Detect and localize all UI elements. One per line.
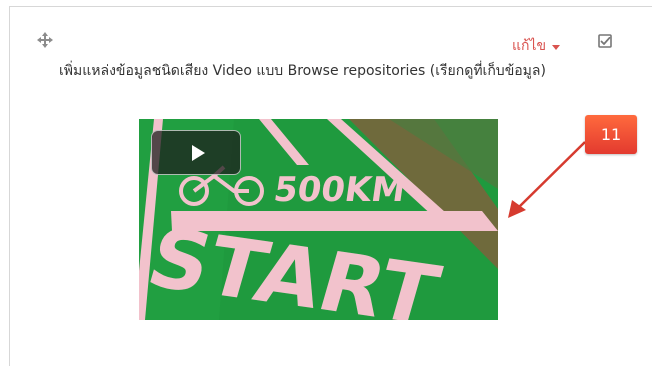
checkbox-icon[interactable] [597, 33, 613, 49]
play-button[interactable] [151, 130, 241, 175]
edit-label[interactable]: แก้ไข [512, 35, 546, 57]
annotation-arrow [508, 141, 586, 218]
edit-menu[interactable]: แก้ไข [512, 35, 561, 57]
svg-text:500KM: 500KM [271, 170, 408, 210]
play-icon [191, 144, 205, 161]
caret-down-icon [552, 44, 561, 50]
video-player[interactable]: 500KM START [139, 119, 498, 320]
move-icon[interactable] [36, 31, 54, 49]
annotation-callout: 11 [585, 115, 637, 154]
activity-title: เพิ่มแหล่งข้อมูลชนิดเสียง Video แบบ Brow… [59, 63, 546, 79]
